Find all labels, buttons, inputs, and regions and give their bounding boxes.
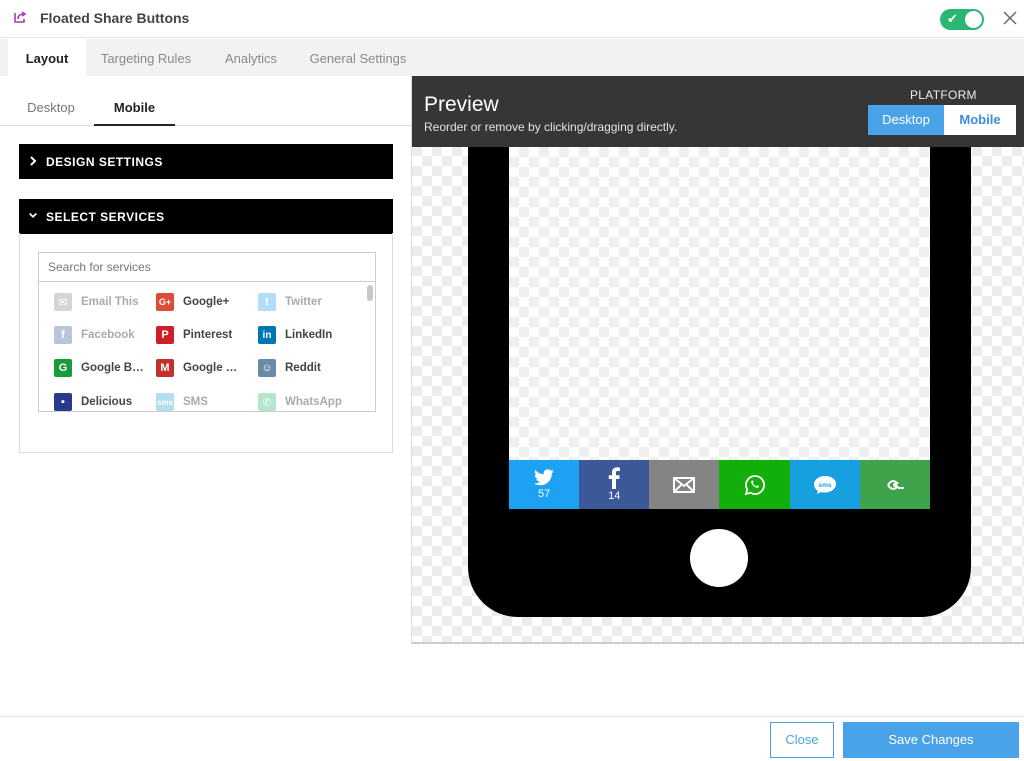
chevron-down-icon: [29, 212, 37, 219]
twitter-icon: t: [258, 293, 276, 311]
preview-title: Preview: [424, 93, 499, 116]
service-email[interactable]: ✉ Email This: [54, 292, 139, 312]
service-label: Google B…: [81, 362, 144, 374]
select-services-label: SELECT SERVICES: [46, 210, 165, 224]
save-changes-button[interactable]: Save Changes: [843, 722, 1019, 758]
service-google-plus[interactable]: G+ Google+: [156, 292, 229, 312]
close-icon[interactable]: [1000, 8, 1020, 28]
whatsapp-icon: ✆: [258, 393, 276, 411]
share-button-whatsapp[interactable]: [719, 460, 790, 509]
preview-subtitle: Reorder or remove by clicking/dragging d…: [424, 120, 678, 134]
whatsapp-icon: [744, 474, 765, 495]
service-label: Facebook: [81, 329, 135, 341]
service-label: LinkedIn: [285, 329, 333, 341]
services-panel: ✉ Email This G+ Google+ t Twitter f Face…: [19, 233, 393, 453]
share-button-more[interactable]: [859, 460, 930, 509]
toggle-knob: [965, 11, 982, 28]
more-share-icon: [887, 479, 904, 490]
service-reddit[interactable]: ☺ Reddit: [258, 358, 321, 378]
share-app-icon: [14, 11, 27, 23]
preview-header: Preview Reorder or remove by clicking/dr…: [412, 76, 1024, 147]
email-icon: ✉: [54, 293, 72, 311]
platform-mobile-button[interactable]: Mobile: [944, 105, 1016, 135]
linkedin-icon: in: [258, 326, 276, 344]
share-button-bar: 57 14 sms: [509, 460, 930, 509]
service-search-input[interactable]: [38, 252, 376, 282]
google-bookmarks-icon: G: [54, 359, 72, 377]
share-count-twitter: 57: [537, 488, 551, 500]
service-linkedin[interactable]: in LinkedIn: [258, 325, 332, 345]
sms-icon: sms: [156, 393, 174, 411]
device-tabs: Desktop Mobile: [0, 90, 411, 126]
share-count-facebook: 14: [608, 490, 621, 502]
check-icon: ✔: [947, 11, 958, 26]
service-delicious[interactable]: ▪ Delicious: [54, 392, 133, 411]
service-label: Twitter: [285, 296, 322, 308]
service-label: SMS: [183, 396, 208, 408]
share-button-email[interactable]: [649, 460, 720, 509]
service-label: Reddit: [285, 362, 321, 374]
twitter-icon: [534, 469, 554, 486]
services-list: ✉ Email This G+ Google+ t Twitter f Face…: [38, 282, 376, 412]
service-label: Google+: [183, 296, 230, 308]
service-gmail[interactable]: M Google …: [156, 358, 237, 378]
tab-analytics[interactable]: Analytics: [210, 39, 292, 76]
service-label: Email This: [81, 296, 139, 308]
chevron-right-icon: [30, 156, 37, 166]
tab-mobile[interactable]: Mobile: [94, 90, 175, 126]
phone-screen: [509, 147, 930, 509]
service-label: WhatsApp: [285, 396, 342, 408]
delicious-icon: ▪: [54, 393, 72, 411]
email-icon: [673, 476, 696, 493]
sms-icon: sms: [813, 475, 836, 494]
reddit-icon: ☺: [258, 359, 276, 377]
service-label: Google …: [183, 362, 238, 374]
platform-desktop-button[interactable]: Desktop: [868, 105, 944, 135]
service-label: Pinterest: [183, 329, 233, 341]
design-settings-label: DESIGN SETTINGS: [46, 155, 163, 169]
gmail-icon: M: [156, 359, 174, 377]
tab-targeting-rules[interactable]: Targeting Rules: [92, 39, 200, 76]
tab-general-settings[interactable]: General Settings: [300, 39, 416, 76]
modal-title: Floated Share Buttons: [40, 10, 190, 26]
pinterest-icon: P: [156, 326, 174, 344]
service-pinterest[interactable]: P Pinterest: [156, 325, 232, 345]
service-sms[interactable]: sms SMS: [156, 392, 208, 411]
facebook-icon: [609, 467, 621, 489]
share-button-sms[interactable]: sms: [789, 460, 860, 509]
tab-desktop[interactable]: Desktop: [12, 90, 90, 126]
enable-toggle[interactable]: ✔: [940, 9, 984, 30]
platform-label: PLATFORM: [910, 88, 977, 102]
service-facebook[interactable]: f Facebook: [54, 325, 135, 345]
modal-header: Floated Share Buttons ✔: [0, 0, 1024, 38]
share-button-facebook[interactable]: 14: [579, 460, 650, 509]
service-whatsapp[interactable]: ✆ WhatsApp: [258, 392, 342, 411]
google-plus-icon: G+: [156, 293, 174, 311]
select-services-header[interactable]: SELECT SERVICES: [19, 199, 393, 234]
svg-text:sms: sms: [818, 482, 831, 489]
facebook-icon: f: [54, 326, 72, 344]
share-button-twitter[interactable]: 57: [509, 460, 580, 509]
service-google-bookmarks[interactable]: G Google B…: [54, 358, 144, 378]
preview-panel: Preview Reorder or remove by clicking/dr…: [411, 76, 1024, 644]
tab-layout[interactable]: Layout: [8, 39, 86, 76]
close-button[interactable]: Close: [770, 722, 834, 758]
services-scrollbar[interactable]: [367, 285, 373, 301]
main-tabs: Layout Targeting Rules Analytics General…: [0, 39, 1024, 76]
design-settings-header[interactable]: DESIGN SETTINGS: [19, 144, 393, 179]
service-label: Delicious: [81, 396, 133, 408]
phone-mockup: 57 14 sms: [468, 147, 971, 617]
phone-home-button: [690, 529, 748, 587]
service-twitter[interactable]: t Twitter: [258, 292, 322, 312]
